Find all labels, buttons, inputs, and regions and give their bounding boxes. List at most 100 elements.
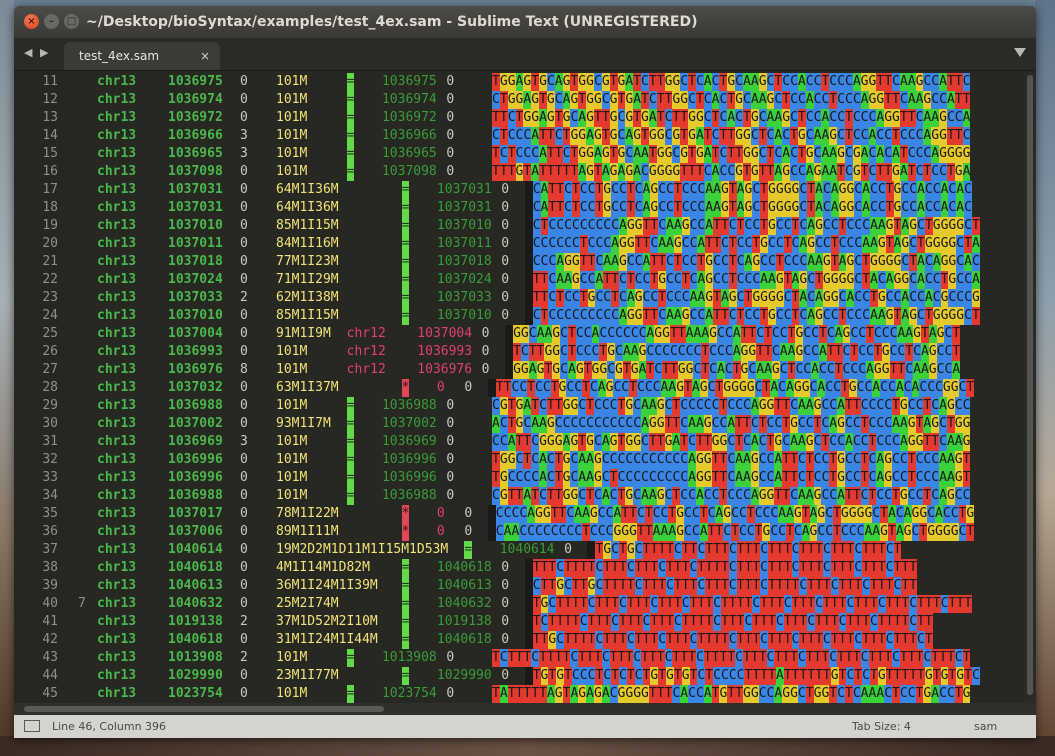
sam-pnext: 1023754 — [381, 686, 437, 701]
sam-cigar: 84M1I16M — [276, 236, 339, 251]
base-T: T — [844, 487, 853, 505]
base-C: C — [782, 127, 791, 145]
base-T: T — [924, 613, 933, 631]
base-T: T — [760, 613, 768, 631]
base-T: T — [562, 685, 571, 703]
base-C: C — [564, 199, 572, 217]
base-C: C — [881, 325, 890, 343]
sam-pnext: 1037018 — [436, 254, 492, 269]
horizontal-scroll-thumb[interactable] — [24, 706, 384, 712]
base-C: C — [611, 199, 619, 217]
base-C: C — [770, 523, 779, 541]
tab-nav-arrows-icon[interactable]: ◀ ▶ — [24, 46, 50, 59]
sam-pnext: 1037033 — [436, 290, 492, 305]
code-line: 19 chr13 1037010 0 85M1I15M = 1037010 0 C T C C C C C C… — [14, 217, 1024, 235]
tab-close-icon[interactable]: × — [200, 49, 210, 63]
minimize-window-button[interactable]: – — [44, 14, 59, 29]
base-G: G — [782, 163, 791, 181]
sam-mapq: 0 — [240, 578, 248, 593]
sequence-padding — [487, 523, 496, 541]
panel-toggle-icon[interactable] — [24, 720, 40, 732]
base-T: T — [711, 685, 720, 703]
tab-test-4ex-sam[interactable]: test_4ex.sam × — [64, 42, 220, 70]
base-C: C — [954, 397, 963, 415]
base-C: C — [601, 397, 610, 415]
base-T: T — [611, 271, 619, 289]
base-A: A — [574, 505, 583, 523]
base-T: T — [595, 613, 604, 631]
base-A: A — [703, 73, 712, 91]
base-A: A — [815, 253, 823, 271]
base-G: G — [942, 379, 951, 397]
sam-mapq: 0 — [240, 218, 248, 233]
base-C: C — [799, 181, 808, 199]
base-A: A — [807, 253, 816, 271]
sequence-padding — [524, 559, 533, 577]
base-A: A — [601, 433, 610, 451]
editor-area[interactable]: 11 chr13 1036975 0 101M = 1036975 0 T G G A G T G C A G T G… — [14, 71, 1024, 703]
tab-dropdown-icon[interactable] — [1014, 48, 1026, 57]
base-A: A — [797, 487, 806, 505]
base-C: C — [854, 559, 863, 577]
base-C: C — [782, 433, 791, 451]
maximize-window-button[interactable]: □ — [64, 14, 79, 29]
close-window-button[interactable]: × — [24, 14, 39, 29]
sam-sequence: GGCAAGCTCCACCCCCCAGGTTAAAGCCATTCTCCTGCCT… — [513, 325, 961, 343]
tab-size-indicator[interactable]: Tab Size: 4 — [852, 720, 911, 733]
base-G: G — [605, 379, 614, 397]
base-T: T — [862, 631, 870, 649]
base-G: G — [829, 127, 838, 145]
sam-mapq: 3 — [240, 434, 248, 449]
base-C: C — [854, 217, 863, 235]
base-C: C — [909, 235, 918, 253]
base-C: C — [893, 577, 902, 595]
sam-rname: chr13 — [97, 146, 137, 161]
line-number: 36 — [42, 524, 58, 539]
base-C: C — [790, 109, 798, 127]
base-A: A — [877, 217, 886, 235]
base-G: G — [830, 289, 839, 307]
base-C: C — [697, 541, 706, 559]
base-C: C — [901, 253, 910, 271]
code-line: 38 chr13 1040618 0 4M1I14M1D82M = 1040618 0 T T T C… — [14, 559, 1024, 577]
base-A: A — [923, 415, 932, 433]
base-C: C — [693, 343, 702, 361]
base-T: T — [656, 91, 665, 109]
base-G: G — [695, 109, 704, 127]
base-C: C — [691, 505, 700, 523]
sam-tlen: 0 — [446, 470, 455, 485]
base-T: T — [952, 343, 961, 361]
syntax-indicator[interactable]: sam — [974, 720, 997, 733]
base-T: T — [492, 145, 500, 163]
base-A: A — [666, 307, 674, 325]
base-C: C — [554, 415, 563, 433]
sam-pos: 1036966 — [168, 128, 223, 143]
base-C: C — [542, 523, 551, 541]
base-T: T — [499, 109, 508, 127]
sam-cigar: 64M1I36M — [276, 200, 339, 215]
base-C: C — [548, 595, 557, 613]
line-number: 13 — [42, 110, 58, 125]
vertical-scrollbar[interactable] — [1024, 71, 1036, 703]
horizontal-scrollbar[interactable] — [14, 703, 1036, 715]
base-T: T — [673, 199, 682, 217]
sam-pos: 1036976 — [168, 362, 223, 377]
base-C: C — [956, 235, 965, 253]
base-T: T — [852, 397, 861, 415]
base-C: C — [852, 127, 861, 145]
base-T: T — [595, 667, 604, 685]
base-C: C — [593, 73, 602, 91]
base-G: G — [662, 325, 670, 343]
base-T: T — [893, 595, 902, 613]
base-A: A — [586, 127, 594, 145]
base-T: T — [586, 397, 594, 415]
base-C: C — [719, 163, 728, 181]
base-T: T — [532, 631, 541, 649]
base-C: C — [860, 649, 869, 667]
base-G: G — [760, 289, 768, 307]
base-T: T — [656, 649, 665, 667]
base-T: T — [731, 523, 739, 541]
base-A: A — [668, 523, 677, 541]
base-C: C — [664, 487, 673, 505]
vertical-scroll-thumb[interactable] — [1027, 75, 1033, 695]
